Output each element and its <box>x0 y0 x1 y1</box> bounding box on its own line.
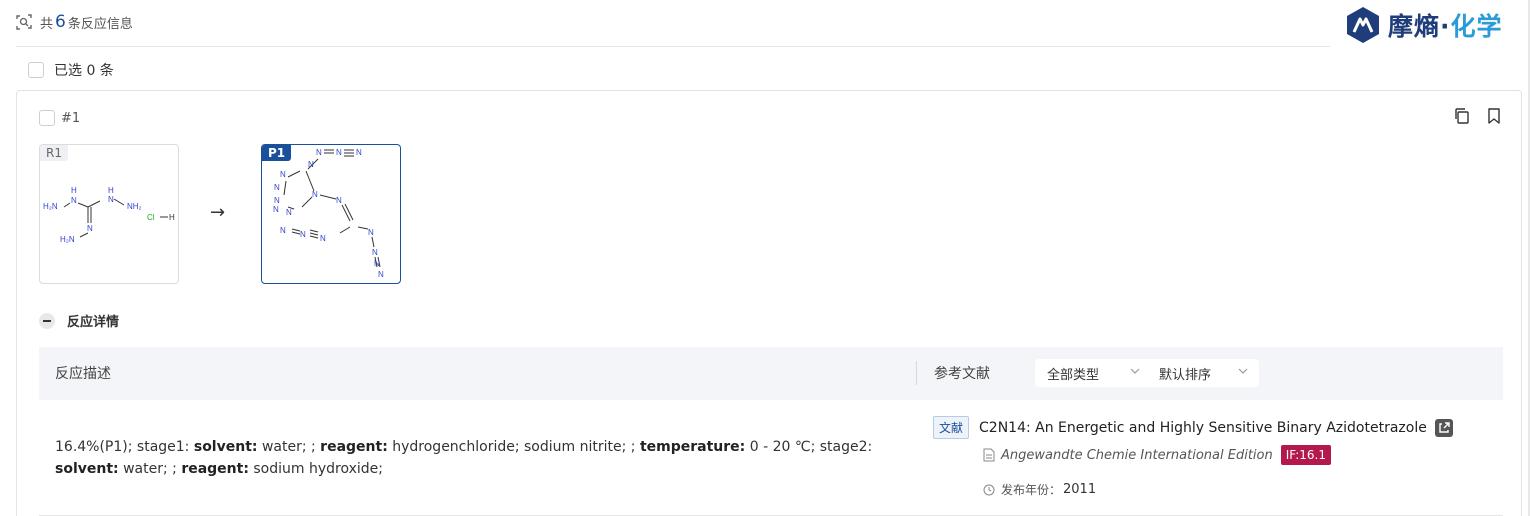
reactant-atom: N <box>108 195 114 204</box>
result-count: 共 6 条反应信息 <box>16 12 133 32</box>
reference-title-link[interactable]: C2N14: An Energetic and Highly Sensitive… <box>979 420 1427 436</box>
reactant-structure[interactable]: R1 H₂N H N H N NH₂ N H₂N Cl H <box>39 144 179 284</box>
product-structure[interactable]: P1 N N N N N N N N N N N N N N N N N N <box>261 144 401 284</box>
bookmark-icon[interactable] <box>1485 107 1503 125</box>
product-atom: N <box>378 270 384 279</box>
select-all[interactable]: 已选 0 条 <box>28 60 114 80</box>
details-table-header: 反应描述 参考文献 全部类型 默认排序 <box>39 347 1503 400</box>
chevron-down-icon <box>1238 368 1248 374</box>
desc-text: water; ; <box>118 461 182 477</box>
header-divider <box>16 46 1330 47</box>
column-divider <box>916 361 917 385</box>
desc-key: solvent: <box>55 461 119 477</box>
reaction-id-label: #1 <box>61 110 81 126</box>
reaction-arrow: → <box>210 202 226 223</box>
document-icon <box>983 448 995 462</box>
desc-key: temperature: <box>639 439 746 455</box>
desc-text: 16.4%(P1); stage1: <box>55 439 194 455</box>
product-atom: N <box>374 259 380 268</box>
product-atom: N <box>336 148 342 157</box>
reactant-atom: N <box>71 196 77 205</box>
reaction-card: #1 R1 H₂N H N H N NH₂ N H₂N Cl H → P1 N … <box>16 90 1522 516</box>
product-atom: N <box>273 205 279 214</box>
select-all-checkbox[interactable] <box>28 62 44 78</box>
product-atom: N <box>280 226 286 235</box>
copy-icon[interactable] <box>1453 107 1471 125</box>
sort-value: 默认排序 <box>1159 367 1212 383</box>
reactant-molecule-drawing: H₂N H N H N NH₂ N H₂N Cl H <box>43 186 175 244</box>
results-header: 共 6 条反应信息 摩熵· 化学 <box>0 0 1530 48</box>
product-atom: N <box>316 148 322 157</box>
product-atom: N <box>372 248 378 257</box>
reaction-description: 16.4%(P1); stage1: solvent: water; ; rea… <box>55 436 875 480</box>
reactant-atom: H <box>108 186 114 195</box>
desc-key: reagent: <box>181 461 249 477</box>
reactant-atom: H <box>71 186 77 195</box>
publish-year: 2011 <box>1063 482 1097 497</box>
external-link-icon[interactable] <box>1434 418 1453 437</box>
product-atom: N <box>300 230 306 239</box>
product-molecule-drawing: N N N N N N N N N N N N N N N N N N <box>273 148 384 279</box>
product-atom: N <box>336 196 342 205</box>
desc-text: sodium hydroxide; <box>248 461 384 477</box>
impact-factor-badge: IF:16.1 <box>1280 445 1332 465</box>
type-filter-select[interactable]: 全部类型 <box>1035 359 1151 387</box>
product-atom: N <box>312 190 318 199</box>
brand-name-part2: 化学 <box>1450 12 1503 41</box>
product-atom: N <box>308 160 314 169</box>
reactant-atom: Cl <box>147 213 155 222</box>
reaction-details-toggle[interactable]: 反应详情 <box>39 311 119 330</box>
reaction-checkbox[interactable] <box>39 110 55 126</box>
count-suffix: 条反应信息 <box>67 16 133 32</box>
logo-mark-icon <box>1347 7 1379 43</box>
column-description: 反应描述 <box>55 366 111 382</box>
type-filter-value: 全部类型 <box>1047 367 1100 383</box>
chevron-down-icon <box>1130 368 1140 374</box>
sort-select[interactable]: 默认排序 <box>1147 359 1259 387</box>
year-label: 发布年份： <box>1001 483 1062 497</box>
card-tools <box>1453 107 1503 125</box>
desc-text: water; ; <box>257 439 321 455</box>
product-atom: N <box>280 170 286 179</box>
reactant-atom: H₂N <box>60 235 75 244</box>
table-row: 16.4%(P1); stage1: solvent: water; ; rea… <box>39 400 1503 516</box>
literature-badge: 文献 <box>933 416 970 439</box>
reactant-atom: H₂N <box>43 202 58 211</box>
clock-icon <box>983 484 995 495</box>
product-atom: N <box>274 196 280 205</box>
reactant-atom: H <box>169 213 175 222</box>
column-reference: 参考文献 <box>934 366 990 382</box>
reactant-atom: N <box>87 224 93 233</box>
product-atom: N <box>274 183 280 192</box>
count-prefix: 共 <box>40 16 54 32</box>
product-atom: N <box>356 148 362 157</box>
journal-name: Angewandte Chemie International Edition <box>1001 447 1273 463</box>
product-atom: N <box>368 228 374 237</box>
product-atom: N <box>320 234 326 243</box>
desc-text: 0 - 20 ℃; stage2: <box>745 439 873 455</box>
desc-key: reagent: <box>320 439 388 455</box>
desc-text: hydrogenchloride; sodium nitrite; ; <box>387 439 640 455</box>
scan-icon <box>16 14 32 30</box>
count-number: 6 <box>55 12 66 32</box>
reactant-atom: NH₂ <box>127 202 142 211</box>
reaction-details-label: 反应详情 <box>67 315 120 330</box>
product-atom: N <box>286 208 292 217</box>
selected-count-label: 已选 0 条 <box>54 63 114 79</box>
reference-entry: 文献 C2N14: An Energetic and Highly Sensit… <box>933 416 1453 498</box>
reaction-id: #1 <box>39 110 80 126</box>
brand-logo: 摩熵· 化学 <box>1344 6 1503 44</box>
collapse-icon[interactable] <box>39 312 55 329</box>
brand-name-part1: 摩熵· <box>1388 12 1451 41</box>
desc-key: solvent: <box>193 439 258 455</box>
